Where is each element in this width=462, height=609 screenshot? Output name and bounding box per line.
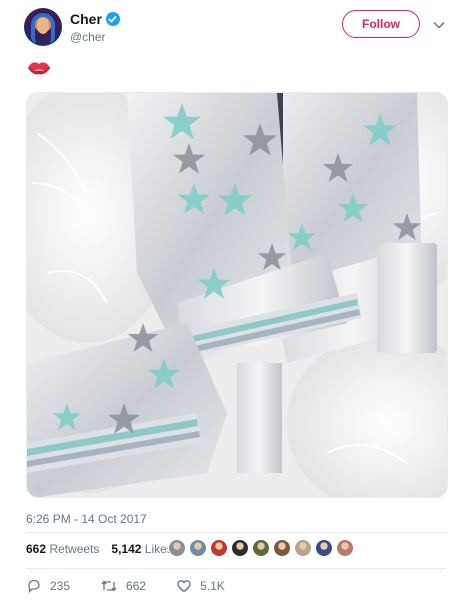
tweet-media-image[interactable] [26, 92, 448, 498]
likes-stat[interactable]: 5,142 Likes [111, 542, 172, 556]
retweet-button[interactable]: 662 [100, 578, 146, 594]
retweets-label: Retweets [49, 542, 100, 556]
liker-avatar[interactable] [189, 539, 207, 557]
liker-avatar[interactable] [315, 539, 333, 557]
author-handle[interactable]: @cher [70, 30, 106, 44]
reply-icon [28, 579, 40, 594]
liker-avatar[interactable] [168, 539, 186, 557]
liker-avatar[interactable] [294, 539, 312, 557]
divider [26, 532, 446, 533]
author-name-row[interactable]: Cher [70, 11, 120, 27]
retweet-count: 662 [126, 579, 147, 593]
tweet-text [26, 58, 66, 82]
retweet-icon [101, 580, 117, 592]
chevron-down-icon[interactable] [432, 18, 446, 32]
follow-button[interactable]: Follow [342, 10, 420, 38]
liker-avatar[interactable] [210, 539, 228, 557]
reply-button[interactable]: 235 [26, 578, 70, 594]
heart-icon [177, 580, 191, 593]
tweet-stats: 662 Retweets 5,142 Likes [26, 542, 173, 556]
retweets-stat[interactable]: 662 Retweets [26, 542, 99, 556]
author-name[interactable]: Cher [70, 11, 102, 27]
divider [26, 568, 446, 569]
verified-badge-icon [105, 12, 120, 26]
likes-count: 5,142 [111, 542, 142, 556]
tweet-header: Cher @cher Follow [24, 8, 446, 48]
likers-avatars [168, 539, 354, 557]
avatar[interactable] [24, 8, 62, 46]
liker-avatar[interactable] [231, 539, 249, 557]
liker-avatar[interactable] [336, 539, 354, 557]
kiss-mark-icon [27, 62, 51, 75]
liker-avatar[interactable] [252, 539, 270, 557]
boots-photo [27, 93, 447, 497]
retweets-count: 662 [26, 542, 47, 556]
reply-count: 235 [50, 579, 71, 593]
like-count: 5.1K [200, 579, 225, 593]
like-button[interactable]: 5.1K [176, 578, 225, 594]
tweet-timestamp[interactable]: 6:26 PM - 14 Oct 2017 [26, 512, 147, 526]
liker-avatar[interactable] [273, 539, 291, 557]
tweet-actions: 235 662 5.1K [26, 578, 255, 594]
